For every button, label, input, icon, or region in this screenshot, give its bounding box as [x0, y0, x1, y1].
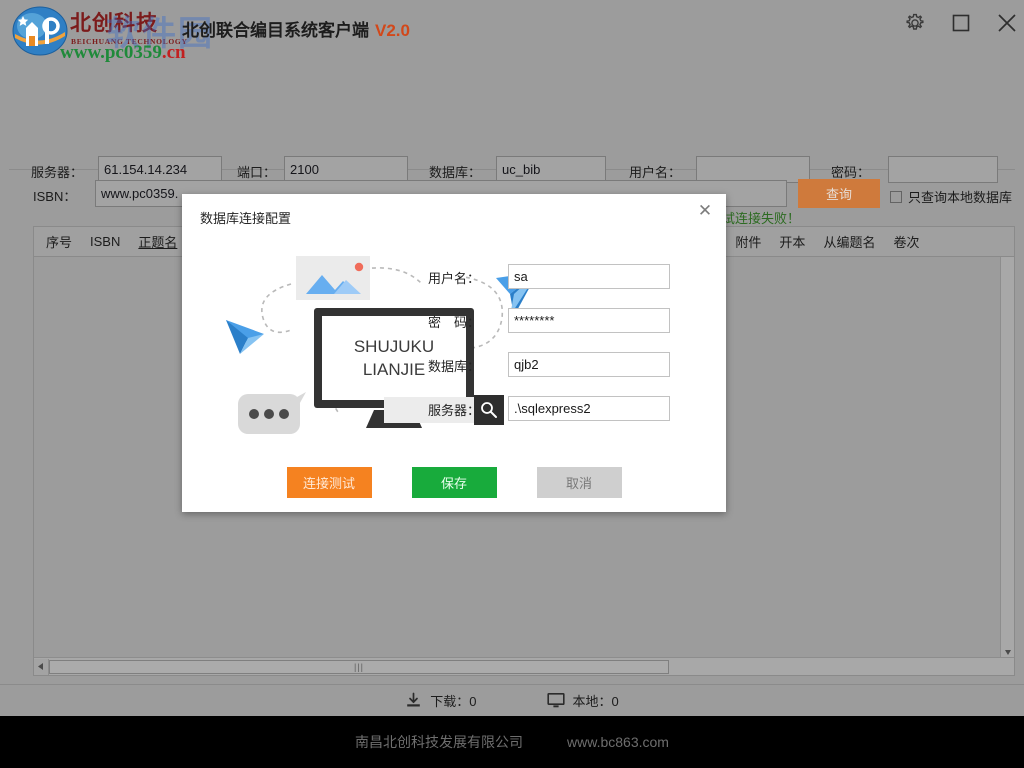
local-only-checkbox[interactable]: 只查询本地数据库	[890, 187, 1012, 206]
scroll-left-arrow-svg	[37, 662, 45, 671]
connection-toolbar: 服务器： 61.154.14.234 端口： 2100 数据库： uc_bib …	[9, 70, 1015, 170]
gear-icon-svg	[904, 12, 926, 34]
title-bar: 北创科技 BEICHUANG TECHNOLOGY 软件园 www.pc0359…	[0, 0, 1024, 68]
dialog-server-row: 服务器：	[428, 396, 708, 440]
checkbox-box-icon[interactable]	[890, 191, 902, 203]
logo-company-subtitle: BEICHUANG TECHNOLOGY	[71, 37, 188, 46]
dialog-username-input[interactable]	[508, 264, 670, 289]
app-version: V2.0	[375, 21, 410, 40]
footer-bar: 南昌北创科技发展有限公司 www.bc863.com	[0, 716, 1024, 768]
download-icon	[405, 692, 422, 709]
vertical-scrollbar[interactable]	[1000, 257, 1014, 657]
logo-company-name: 北创科技	[70, 12, 158, 34]
scroll-left-arrow-icon[interactable]	[34, 659, 49, 675]
dialog-button-bar: 连接测试 保存 取消	[182, 467, 726, 498]
dialog-save-button[interactable]: 保存	[412, 467, 497, 498]
monitor-icon	[547, 692, 565, 709]
dialog-server-input[interactable]	[508, 396, 670, 421]
app-title-text: 北创联合编目系统客户端	[182, 21, 369, 40]
local-counter: 本地：0	[547, 691, 619, 710]
horizontal-scrollbar-thumb[interactable]: |||	[49, 660, 669, 674]
column-header-attachment[interactable]: 附件	[726, 232, 770, 251]
scrollbar-grip-icon: |||	[354, 662, 364, 672]
dialog-database-row: 数据库：	[428, 352, 708, 396]
download-count-label: 下载：0	[430, 691, 476, 710]
dialog-username-label: 用户名：	[428, 268, 502, 287]
column-header-series-title[interactable]: 从编题名	[814, 232, 884, 251]
application-window: 北创科技 BEICHUANG TECHNOLOGY 软件园 www.pc0359…	[0, 0, 1024, 768]
gear-icon[interactable]	[898, 8, 932, 38]
query-button[interactable]: 查询	[798, 179, 880, 208]
status-bar: 下载：0 本地：0	[0, 684, 1024, 716]
maximize-icon-svg	[952, 14, 970, 32]
download-counter: 下载：0	[405, 691, 476, 710]
column-header-index[interactable]: 序号	[34, 232, 81, 251]
column-header-title[interactable]: 正题名	[129, 232, 186, 251]
company-logo-icon	[12, 6, 68, 60]
isbn-label: ISBN：	[33, 186, 76, 205]
column-header-volume[interactable]: 卷次	[884, 232, 928, 251]
illustration-screen-line1: SHUJUKU	[354, 337, 434, 356]
dialog-title: 数据库连接配置	[200, 208, 291, 227]
footer-website: www.bc863.com	[567, 734, 669, 750]
illustration-screen-line2: LIANJIE	[363, 360, 425, 379]
dialog-database-input[interactable]	[508, 352, 670, 377]
page-title: 北创联合编目系统客户端 V2.0	[182, 16, 410, 41]
dialog-form: 用户名： 密 码： 数据库： 服务器：	[428, 264, 708, 440]
maximize-icon[interactable]	[944, 8, 978, 38]
column-header-format[interactable]: 开本	[770, 232, 814, 251]
dialog-password-input[interactable]	[508, 308, 670, 333]
dialog-database-label: 数据库：	[428, 356, 502, 375]
database-config-dialog: 数据库连接配置 ✕ SHUJUKU LIANJIE	[182, 194, 726, 512]
dialog-password-row: 密 码：	[428, 308, 708, 352]
footer-company: 南昌北创科技发展有限公司	[355, 732, 523, 752]
dialog-close-icon[interactable]: ✕	[692, 199, 718, 223]
local-count-label: 本地：0	[573, 691, 619, 710]
brand-logo: 北创科技 BEICHUANG TECHNOLOGY	[8, 4, 188, 60]
column-header-isbn[interactable]: ISBN	[81, 234, 129, 249]
close-icon[interactable]	[990, 8, 1024, 38]
dialog-password-label: 密 码：	[428, 312, 502, 331]
local-only-label: 只查询本地数据库	[908, 187, 1012, 206]
dialog-server-label: 服务器：	[428, 400, 502, 419]
dialog-username-row: 用户名：	[428, 264, 708, 308]
scroll-down-arrow-icon[interactable]	[1004, 648, 1012, 656]
close-icon-svg	[996, 12, 1018, 34]
dialog-test-connection-button[interactable]: 连接测试	[287, 467, 372, 498]
horizontal-scrollbar[interactable]: |||	[34, 657, 1014, 675]
dialog-cancel-button[interactable]: 取消	[537, 467, 622, 498]
